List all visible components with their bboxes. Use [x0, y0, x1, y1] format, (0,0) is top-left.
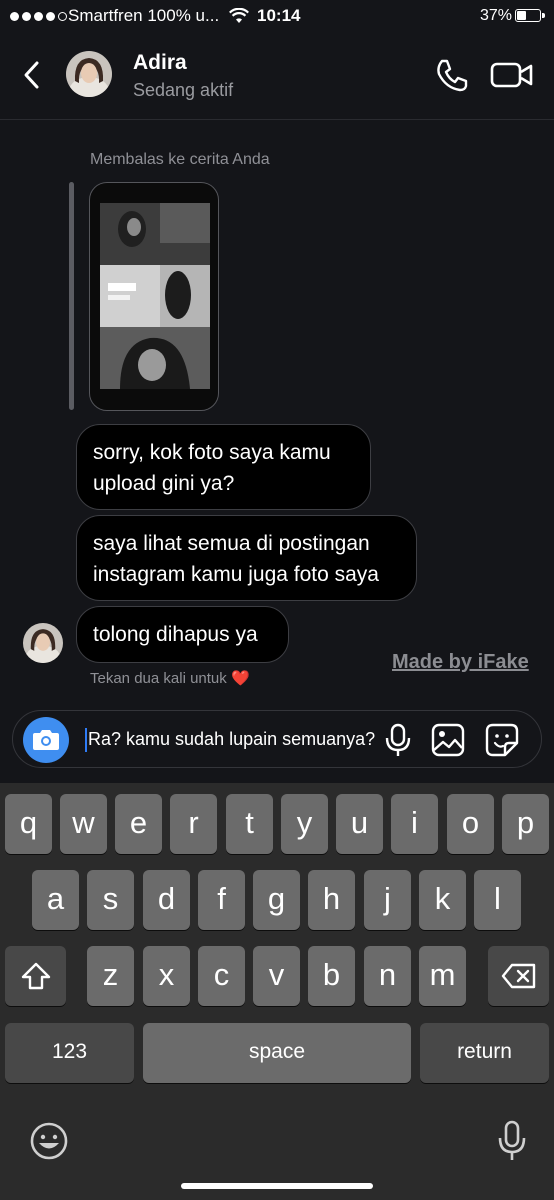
key-u[interactable]: u	[336, 794, 383, 854]
message-composer: Ra? kamu sudah lupain semuanya?	[12, 710, 542, 768]
key-k[interactable]: k	[419, 870, 466, 930]
key-p[interactable]: p	[502, 794, 549, 854]
image-icon[interactable]	[431, 723, 465, 757]
camera-icon	[33, 730, 59, 750]
shift-key[interactable]	[5, 946, 66, 1006]
key-n[interactable]: n	[364, 946, 411, 1006]
key-o[interactable]: o	[447, 794, 494, 854]
story-preview[interactable]	[89, 182, 219, 411]
microphone-icon[interactable]	[383, 723, 413, 757]
space-key[interactable]: space	[143, 1023, 411, 1083]
reply-label: Membalas ke cerita Anda	[90, 151, 270, 168]
dictation-icon[interactable]	[497, 1120, 527, 1162]
shift-icon	[21, 962, 50, 990]
wifi-icon	[229, 8, 249, 23]
key-i[interactable]: i	[391, 794, 438, 854]
watermark: Made by iFake	[392, 651, 529, 673]
key-x[interactable]: x	[143, 946, 190, 1006]
avatar[interactable]	[23, 623, 63, 663]
keyboard: q w e r t y u i o p a s d f g h j k l z …	[0, 783, 554, 1200]
message-bubble[interactable]: sorry, kok foto saya kamu upload gini ya…	[76, 424, 371, 510]
chat-header: Adira Sedang aktif	[0, 34, 554, 120]
active-status: Sedang aktif	[133, 80, 234, 100]
message-input-value: Ra? kamu sudah lupain semuanya?	[88, 729, 376, 749]
reply-quote-bar	[69, 182, 74, 410]
key-c[interactable]: c	[198, 946, 245, 1006]
back-chevron-icon[interactable]	[18, 58, 48, 92]
key-l[interactable]: l	[474, 870, 521, 930]
key-v[interactable]: v	[253, 946, 300, 1006]
numbers-key[interactable]: 123	[5, 1023, 134, 1083]
key-a[interactable]: a	[32, 870, 79, 930]
backspace-key[interactable]	[488, 946, 549, 1006]
key-e[interactable]: e	[115, 794, 162, 854]
key-h[interactable]: h	[308, 870, 355, 930]
return-key[interactable]: return	[420, 1023, 549, 1083]
heart-icon: ❤️	[230, 670, 250, 687]
key-y[interactable]: y	[281, 794, 328, 854]
like-hint: Tekan dua kali untuk ❤️	[90, 669, 250, 687]
key-w[interactable]: w	[60, 794, 107, 854]
status-bar: Smartfren 100% u... 10:14 37%	[0, 0, 554, 34]
key-f[interactable]: f	[198, 870, 245, 930]
signal-icon	[10, 12, 67, 21]
like-hint-text: Tekan dua kali untuk	[90, 670, 227, 687]
message-bubble[interactable]: saya lihat semua di postingan instagram …	[76, 515, 417, 601]
battery-icon	[515, 9, 545, 22]
text-caret	[85, 728, 87, 752]
battery-percent: 37%	[480, 7, 513, 24]
backspace-icon	[501, 963, 535, 989]
key-z[interactable]: z	[87, 946, 134, 1006]
home-indicator[interactable]	[181, 1183, 373, 1189]
key-b[interactable]: b	[308, 946, 355, 1006]
avatar[interactable]	[66, 51, 112, 97]
video-icon[interactable]	[490, 59, 534, 91]
clock: 10:14	[257, 6, 301, 25]
message-bubble[interactable]: tolong dihapus ya	[76, 606, 289, 663]
key-r[interactable]: r	[170, 794, 217, 854]
contact-name[interactable]: Adira	[133, 51, 187, 75]
key-g[interactable]: g	[253, 870, 300, 930]
key-j[interactable]: j	[364, 870, 411, 930]
carrier-text: Smartfren 100% u...	[68, 6, 220, 25]
message-input[interactable]: Ra? kamu sudah lupain semuanya?	[85, 725, 388, 753]
camera-button[interactable]	[23, 717, 69, 763]
phone-icon[interactable]	[434, 58, 470, 92]
key-s[interactable]: s	[87, 870, 134, 930]
key-q[interactable]: q	[5, 794, 52, 854]
key-m[interactable]: m	[419, 946, 466, 1006]
sticker-icon[interactable]	[485, 723, 519, 757]
key-t[interactable]: t	[226, 794, 273, 854]
key-d[interactable]: d	[143, 870, 190, 930]
emoji-icon[interactable]	[29, 1121, 69, 1161]
